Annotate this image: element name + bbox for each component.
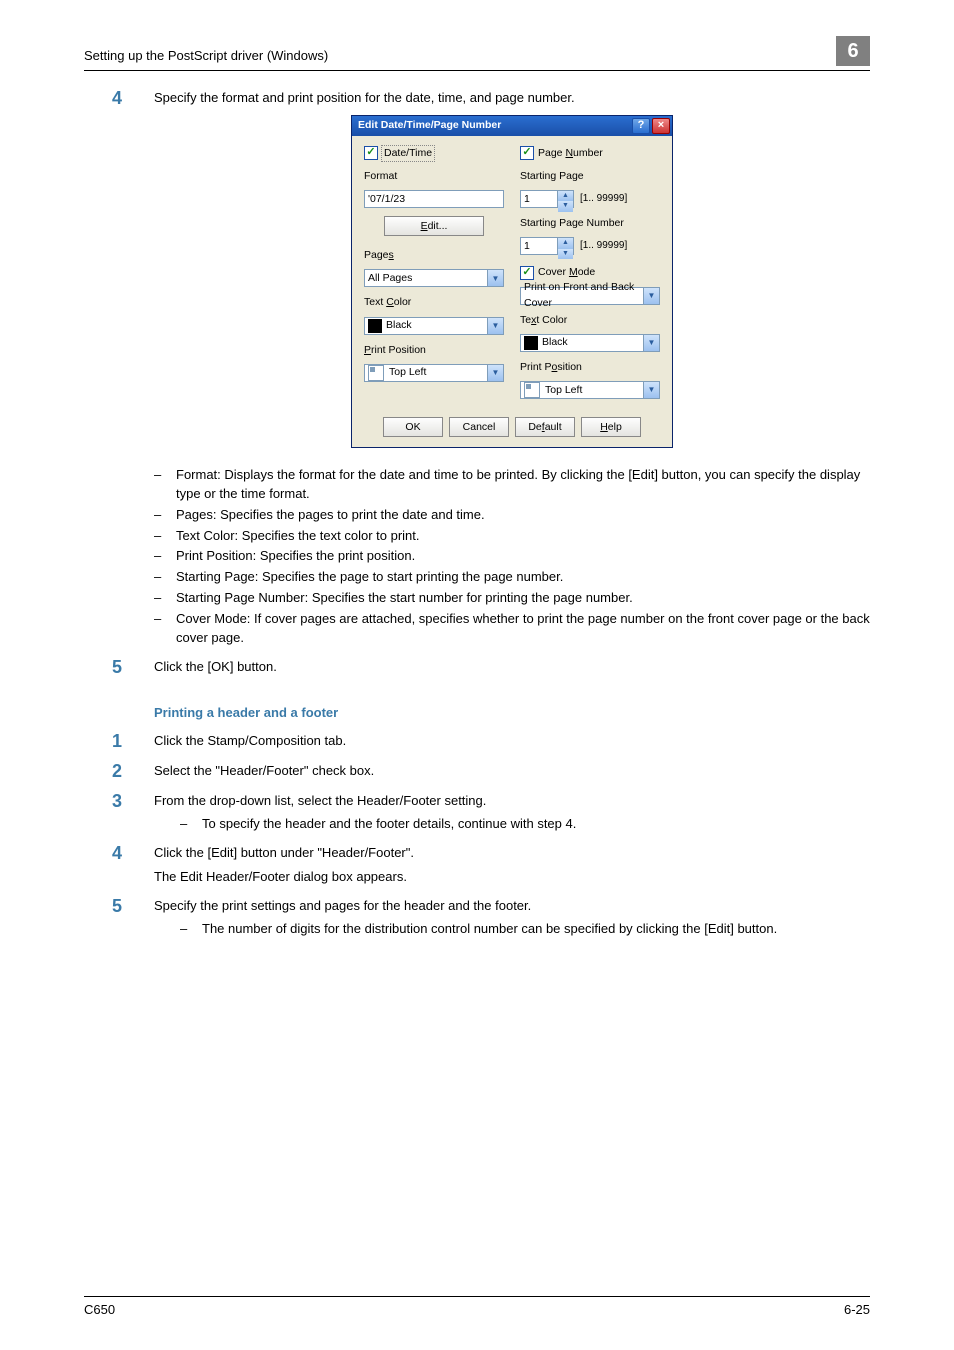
step-lead: Click the Stamp/Composition tab. <box>154 732 870 751</box>
dialog-title: Edit Date/Time/Page Number <box>358 118 501 133</box>
r-textcolor-combo[interactable]: Black▼ <box>520 334 660 352</box>
chevron-down-icon: ▼ <box>487 318 503 334</box>
r-printpos-combo[interactable]: Top Left▼ <box>520 381 660 399</box>
starting-pageno-range: [1.. 99999] <box>580 239 627 254</box>
topleft-icon <box>368 365 384 381</box>
ok-button[interactable]: OK <box>383 417 443 437</box>
page-number-checkbox[interactable]: ✓ Page Number <box>520 146 660 161</box>
date-time-label: Date/Time <box>382 146 434 161</box>
pages-combo[interactable]: All Pages▼ <box>364 269 504 287</box>
cancel-button[interactable]: Cancel <box>449 417 509 437</box>
chevron-down-icon: ▼ <box>643 382 659 398</box>
chevron-down-icon: ▼ <box>487 365 503 381</box>
starting-page-range: [1.. 99999] <box>580 192 627 207</box>
step-extra: The Edit Header/Footer dialog box appear… <box>154 868 870 887</box>
cover-mode-label: Cover Mode <box>538 265 595 280</box>
subheading: Printing a header and a footer <box>154 704 870 723</box>
cover-mode-combo[interactable]: Print on Front and Back Cover▼ <box>520 287 660 305</box>
step-number: 5 <box>112 658 154 678</box>
starting-page-spin[interactable]: 1▲▼ <box>520 190 574 208</box>
footer-left: C650 <box>84 1301 115 1320</box>
step-number: 4 <box>112 89 154 109</box>
sub-bullet: The number of digits for the distributio… <box>202 920 777 939</box>
textcolor-combo[interactable]: Black▼ <box>364 317 504 335</box>
r-textcolor-label: Text Color <box>520 313 660 328</box>
chevron-down-icon: ▼ <box>643 335 659 351</box>
edit-date-time-dialog: Edit Date/Time/Page Number ? × ✓ Date/Ti… <box>351 115 673 448</box>
default-button[interactable]: Default <box>515 417 575 437</box>
edit-button[interactable]: Edit... <box>384 216 484 236</box>
topleft-icon <box>524 382 540 398</box>
step-number: 1 <box>112 732 154 752</box>
printpos-combo[interactable]: Top Left▼ <box>364 364 504 382</box>
step-lead: Select the "Header/Footer" check box. <box>154 762 870 781</box>
step-number: 2 <box>112 762 154 782</box>
starting-page-label: Starting Page <box>520 169 660 184</box>
step-lead: Click the [Edit] button under "Header/Fo… <box>154 844 870 863</box>
cover-mode-checkbox[interactable]: ✓ Cover Mode <box>520 265 660 280</box>
footer-right: 6-25 <box>844 1301 870 1320</box>
close-icon[interactable]: × <box>652 118 670 134</box>
pages-label: Pages <box>364 248 504 263</box>
date-time-checkbox[interactable]: ✓ Date/Time <box>364 146 504 161</box>
textcolor-label: Text Color <box>364 295 504 310</box>
starting-pageno-spin[interactable]: 1▲▼ <box>520 237 574 255</box>
step-number: 3 <box>112 792 154 812</box>
starting-pageno-label: Starting Page Number <box>520 216 660 231</box>
chevron-down-icon: ▼ <box>643 288 659 304</box>
printpos-label: Print Position <box>364 343 504 358</box>
step-number: 5 <box>112 897 154 917</box>
chevron-down-icon: ▼ <box>487 270 503 286</box>
r-printpos-label: Print Position <box>520 360 660 375</box>
sub-bullet: To specify the header and the footer det… <box>202 815 576 834</box>
format-label: Format <box>364 169 504 184</box>
chapter-badge: 6 <box>836 36 870 66</box>
help-button[interactable]: Help <box>581 417 641 437</box>
help-icon[interactable]: ? <box>632 118 650 134</box>
step-lead: Specify the format and print position fo… <box>154 89 870 108</box>
step4-bullets: –Format: Displays the format for the dat… <box>154 466 870 648</box>
step-lead: Click the [OK] button. <box>154 658 870 677</box>
page-number-label: Page Number <box>538 146 603 161</box>
format-input[interactable]: '07/1/23 <box>364 190 504 208</box>
step-lead: Specify the print settings and pages for… <box>154 897 870 916</box>
step-lead: From the drop-down list, select the Head… <box>154 792 870 811</box>
breadcrumb: Setting up the PostScript driver (Window… <box>84 47 328 66</box>
step-number: 4 <box>112 844 154 864</box>
